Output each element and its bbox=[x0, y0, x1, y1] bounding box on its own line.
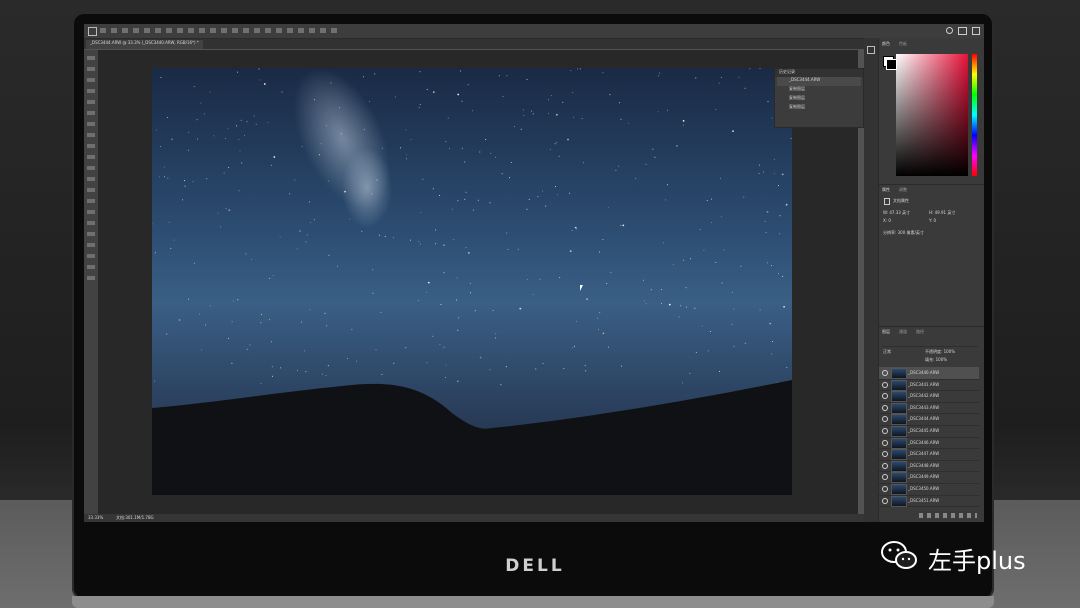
status-bar: 33.33% 文档:301.1M/1.78G bbox=[84, 514, 864, 522]
layer-actions[interactable] bbox=[919, 513, 977, 518]
layer-list: _DSC3440.ARW _DSC3441.ARW _DSC3442.ARW _DSC… bbox=[879, 367, 979, 508]
tab-channels[interactable]: 通道 bbox=[899, 329, 907, 335]
eye-icon[interactable] bbox=[882, 404, 888, 411]
tab-swatches[interactable]: 色板 bbox=[899, 41, 907, 47]
fill-field[interactable]: 填充: 100% bbox=[925, 357, 947, 363]
workspace-icon[interactable] bbox=[958, 27, 967, 35]
layer-thumbnail bbox=[891, 460, 907, 472]
options-bar bbox=[84, 24, 984, 39]
dell-logo: DELL bbox=[505, 556, 565, 576]
history-step[interactable]: 复制图层 bbox=[777, 86, 861, 95]
laptop-hinge bbox=[72, 596, 994, 608]
eye-icon[interactable] bbox=[882, 451, 888, 458]
layers-panel: 图层 通道 路径 正常 不透明度: 100% 填充: 100% _DSC3440… bbox=[879, 326, 984, 522]
x-value[interactable]: X: 0 bbox=[883, 218, 891, 224]
document-icon bbox=[884, 198, 890, 205]
resolution-value: 分辨率: 300 像素/英寸 bbox=[883, 230, 924, 235]
hue-slider[interactable] bbox=[972, 54, 977, 176]
background-color-swatch[interactable] bbox=[886, 59, 897, 70]
eye-icon[interactable] bbox=[882, 486, 888, 492]
history-panel[interactable]: 历史记录 _DSC3444.ARW 复制图层 复制图层 复制图层 bbox=[774, 68, 864, 128]
layer-name: _DSC3442.ARW bbox=[908, 393, 940, 399]
screen: _DSC3444.ARW @ 33.3% (_DSC3440.ARW, RGB/… bbox=[84, 24, 984, 522]
eye-icon[interactable] bbox=[882, 370, 888, 376]
eye-icon[interactable] bbox=[882, 474, 888, 481]
opacity-field[interactable]: 不透明度: 100% bbox=[925, 349, 955, 355]
y-value[interactable]: Y: 0 bbox=[929, 218, 936, 224]
watermark-text: 左手plus bbox=[928, 547, 1026, 575]
layer-name: _DSC3444.ARW bbox=[908, 416, 940, 422]
tools-panel bbox=[84, 50, 98, 516]
layer-name: _DSC3441.ARW bbox=[908, 381, 940, 387]
tab-properties[interactable]: 属性 bbox=[882, 187, 890, 193]
layer-name: _DSC3449.ARW bbox=[908, 474, 940, 480]
move-tool-icon[interactable] bbox=[88, 27, 97, 36]
eye-icon[interactable] bbox=[882, 497, 888, 504]
history-step[interactable]: 复制图层 bbox=[777, 104, 861, 113]
night-sky-image bbox=[152, 68, 792, 495]
history-snapshot[interactable]: _DSC3444.ARW bbox=[777, 77, 861, 86]
width-value[interactable]: W: 47.33 英寸 bbox=[883, 210, 910, 216]
blend-mode-select[interactable]: 正常 bbox=[883, 349, 891, 355]
history-icon[interactable] bbox=[867, 46, 875, 54]
layer-thumbnail bbox=[891, 379, 907, 391]
doc-info: 文档:301.1M/1.78G bbox=[116, 515, 154, 520]
tab-layers[interactable]: 图层 bbox=[882, 329, 890, 335]
layer-thumbnail bbox=[891, 414, 907, 426]
layer-thumbnail bbox=[891, 449, 907, 461]
layer-thumbnail bbox=[891, 391, 907, 403]
history-title: 历史记录 bbox=[775, 69, 863, 77]
layer-name: _DSC3448.ARW bbox=[908, 462, 940, 468]
layer-thumbnail bbox=[891, 472, 907, 484]
panel-icon-strip bbox=[864, 38, 879, 522]
layer-filter-row[interactable] bbox=[882, 340, 978, 347]
share-icon[interactable] bbox=[972, 27, 980, 35]
history-step[interactable]: 复制图层 bbox=[777, 95, 861, 104]
layer-thumbnail bbox=[891, 495, 907, 507]
options-controls[interactable] bbox=[100, 28, 340, 33]
document-tabs: _DSC3444.ARW @ 33.3% (_DSC3440.ARW, RGB/… bbox=[84, 39, 864, 49]
layer-thumbnail bbox=[891, 484, 907, 495]
eye-icon[interactable] bbox=[882, 439, 888, 446]
layer-thumbnail bbox=[891, 402, 907, 414]
eye-icon[interactable] bbox=[882, 462, 888, 469]
tool-icons[interactable] bbox=[87, 56, 95, 286]
properties-type: 文档属性 bbox=[893, 198, 909, 203]
tab-color[interactable]: 颜色 bbox=[882, 41, 890, 47]
wechat-icon bbox=[881, 541, 917, 569]
layer-name: _DSC3440.ARW bbox=[908, 370, 940, 375]
eye-icon[interactable] bbox=[882, 416, 888, 423]
tab-paths[interactable]: 路径 bbox=[916, 329, 924, 335]
mouse-cursor-icon bbox=[580, 285, 583, 291]
layer-thumbnail bbox=[891, 437, 907, 449]
color-picker-field[interactable] bbox=[896, 54, 968, 176]
night-sky-photo[interactable] bbox=[152, 68, 792, 495]
search-icon[interactable] bbox=[946, 27, 953, 34]
eye-icon[interactable] bbox=[882, 393, 888, 400]
layer-name: _DSC3447.ARW bbox=[908, 451, 940, 457]
layer-name: _DSC3445.ARW bbox=[908, 428, 940, 433]
layer-name: _DSC3450.ARW bbox=[908, 486, 940, 491]
layer-name: _DSC3446.ARW bbox=[908, 439, 940, 445]
eye-icon[interactable] bbox=[882, 381, 888, 388]
layer-row[interactable]: _DSC3451.ARW bbox=[879, 495, 979, 508]
zoom-level[interactable]: 33.33% bbox=[88, 515, 103, 521]
properties-panel: 属性 调整 文档属性 W: 47.33 英寸 H: 49.91 英寸 X: 0 … bbox=[879, 184, 984, 325]
height-value[interactable]: H: 49.91 英寸 bbox=[929, 210, 955, 216]
layer-thumbnail bbox=[891, 426, 907, 437]
eye-icon[interactable] bbox=[882, 428, 888, 434]
tab-adjustments[interactable]: 调整 bbox=[899, 187, 907, 193]
document-tab[interactable]: _DSC3444.ARW @ 33.3% (_DSC3440.ARW, RGB/… bbox=[86, 40, 203, 49]
layer-thumbnail bbox=[891, 368, 907, 379]
layer-name: _DSC3451.ARW bbox=[908, 497, 940, 503]
layer-name: _DSC3443.ARW bbox=[908, 404, 940, 410]
